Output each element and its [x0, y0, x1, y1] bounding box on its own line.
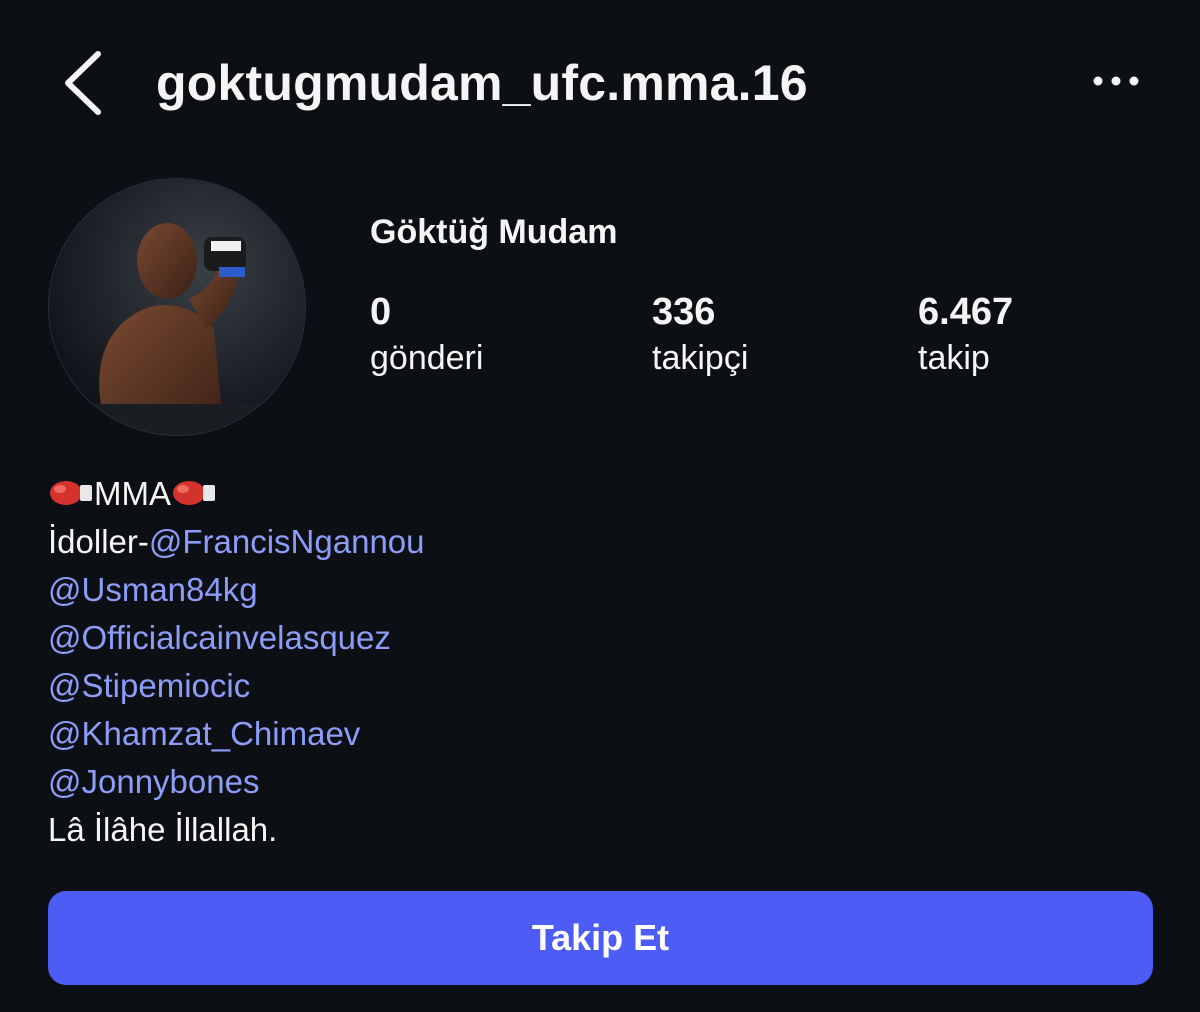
bio-mention-line: @Stipemiocic [48, 662, 425, 710]
bio-title-text: MMA [94, 475, 171, 512]
bio-last-line: Lâ İlâhe İllallah. [48, 811, 278, 848]
follow-button-label: Takip Et [531, 917, 670, 958]
following-label: takip [918, 339, 990, 377]
posts-label: gönderi [370, 339, 484, 377]
followers-count: 336 [652, 291, 716, 333]
more-dots-icon [1093, 76, 1139, 86]
profile-header: goktugmudam_ufc.mma.16 [0, 0, 1200, 170]
follow-button[interactable]: Takip Et [48, 891, 1153, 985]
boxing-glove-icon [50, 481, 92, 506]
bio-mention-line: @Khamzat_Chimaev [48, 710, 425, 758]
mention-link[interactable]: @Usman84kg [48, 571, 258, 608]
bio-mention-line: @Usman84kg [48, 566, 425, 614]
followers-label: takipçi [652, 339, 749, 377]
profile-username: goktugmudam_ufc.mma.16 [156, 55, 808, 111]
following-count: 6.467 [918, 291, 1014, 333]
mention-link[interactable]: @Stipemiocic [48, 667, 250, 704]
bio-title-line: MMA [48, 470, 425, 518]
avatar[interactable] [48, 178, 306, 436]
mention-link[interactable]: @Officialcainvelasquez [48, 619, 391, 656]
boxing-glove-icon [173, 481, 215, 506]
mention-link[interactable]: @FrancisNgannou [149, 523, 425, 560]
mention-link[interactable]: @Khamzat_Chimaev [48, 715, 360, 752]
avatar-photo [49, 179, 305, 435]
display-name: Göktüğ Mudam [370, 213, 618, 251]
back-button[interactable] [56, 48, 116, 118]
bio-mention-line: @Officialcainvelasquez [48, 614, 425, 662]
posts-count: 0 [370, 291, 392, 333]
more-options-button[interactable] [1088, 66, 1144, 96]
mention-link[interactable]: @Jonnybones [48, 763, 259, 800]
bio-mention-line: @Jonnybones [48, 758, 425, 806]
followers-stat[interactable]: 336 takipçi [652, 290, 748, 382]
chevron-left-icon [65, 51, 101, 115]
profile-bio: MMA İdoller-@FrancisNgannou @Usman84kg @… [48, 470, 425, 854]
bio-idols-line: İdoller-@FrancisNgannou [48, 518, 425, 566]
following-stat[interactable]: 6.467 takip [918, 290, 1013, 382]
posts-stat: 0 gönderi [370, 290, 483, 382]
bio-idols-prefix: İdoller- [48, 523, 149, 560]
